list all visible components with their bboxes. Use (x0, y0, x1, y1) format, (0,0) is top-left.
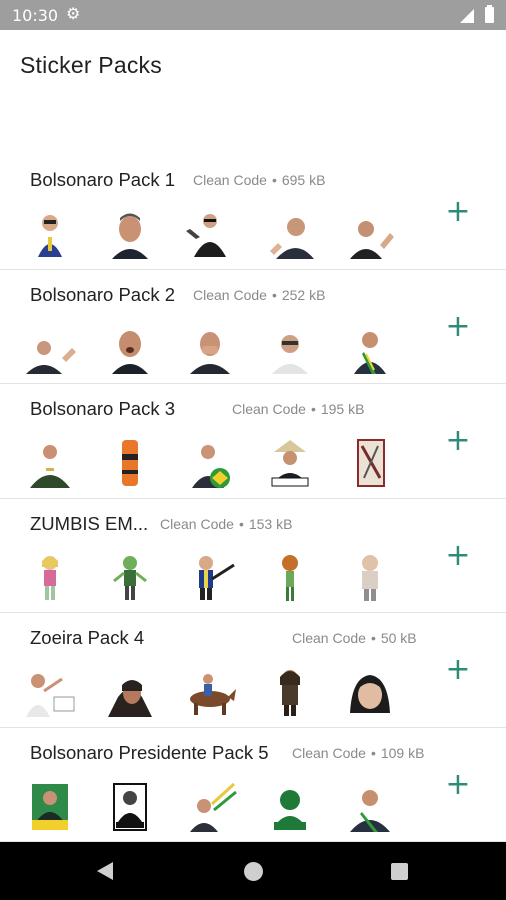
pack-publisher: Clean Code (292, 630, 366, 646)
sticker-pack-row[interactable]: Bolsonaro Pack 3 Clean Code • 195 kB + (0, 384, 506, 499)
sticker-thumbnail (262, 438, 318, 488)
pack-publisher: Clean Code (160, 515, 234, 532)
sticker-thumbnail (182, 782, 238, 832)
pack-publisher: Clean Code (292, 744, 366, 761)
sticker-previews (0, 209, 430, 259)
sticker-thumbnail (342, 667, 398, 717)
sticker-thumbnail (102, 324, 158, 374)
sticker-previews (0, 324, 430, 374)
add-pack-button[interactable]: + (444, 311, 472, 342)
pack-name: ZUMBIS EM... (30, 512, 149, 534)
sticker-thumbnail (22, 667, 78, 717)
sticker-thumbnail (102, 782, 158, 832)
status-time: 10:30 (12, 6, 59, 25)
meta-separator: • (310, 401, 316, 417)
pack-name: Zoeira Pack 4 (30, 627, 145, 648)
signal-icon (460, 9, 474, 23)
sticker-thumbnail (262, 782, 318, 832)
home-icon[interactable] (244, 862, 263, 881)
sticker-pack-row[interactable]: Bolsonaro Pack 2 Clean Code • 252 kB + (0, 270, 506, 384)
sticker-previews (0, 553, 430, 603)
pack-name: Bolsonaro Presidente Pack 5 (30, 741, 269, 763)
pack-size: 153 kB (248, 515, 293, 532)
sticker-pack-row[interactable]: Bolsonaro Pack 1 Clean Code • 695 kB + (0, 155, 506, 270)
pack-meta: Clean Code • 50 kB (292, 630, 417, 646)
sticker-thumbnail (102, 553, 158, 603)
sticker-previews (0, 782, 430, 832)
sticker-thumbnail (182, 209, 238, 259)
sticker-thumbnail (182, 438, 238, 488)
sticker-thumbnail (342, 324, 398, 374)
sticker-thumbnail (102, 209, 158, 259)
meta-separator: • (370, 744, 376, 761)
pack-name: Bolsonaro Pack 1 (30, 169, 176, 190)
sticker-pack-row[interactable]: Bolsonaro Presidente Pack 5 Clean Code • 1… (0, 728, 506, 842)
pack-meta: Clean Code • 109 kB (292, 745, 424, 761)
status-bar: 10:30 ⚙ (0, 0, 506, 30)
sticker-pack-row[interactable]: ZUMBIS EM... Clean Code • 153 kB + (0, 499, 506, 613)
pack-name: Bolsonaro Pack 2 (30, 283, 176, 305)
sticker-thumbnail (342, 209, 398, 259)
add-pack-button[interactable]: + (444, 197, 472, 227)
pack-publisher: Clean Code (193, 286, 267, 303)
sticker-thumbnail (342, 553, 398, 603)
sticker-thumbnail (22, 782, 78, 832)
pack-meta: Clean Code • 695 kB (193, 172, 325, 188)
add-pack-button[interactable]: + (444, 769, 472, 800)
gear-icon: ⚙ (66, 6, 81, 23)
sticker-thumbnail (262, 324, 318, 374)
sticker-thumbnail (182, 324, 238, 374)
sticker-previews (0, 667, 430, 717)
recents-icon[interactable] (391, 863, 408, 880)
add-pack-button[interactable]: + (444, 540, 472, 571)
sticker-pack-row[interactable]: Zoeira Pack 4 Clean Code • 50 kB + (0, 613, 506, 728)
sticker-previews (0, 438, 430, 488)
sticker-thumbnail (102, 438, 158, 488)
sticker-thumbnail (182, 667, 238, 717)
pack-name: Bolsonaro Pack 3 (30, 398, 176, 419)
sticker-thumbnail (342, 782, 398, 832)
pack-publisher: Clean Code (193, 172, 267, 188)
sticker-thumbnail (342, 438, 398, 488)
pack-publisher: Clean Code (232, 401, 306, 417)
page-title: Sticker Packs (20, 52, 162, 78)
sticker-pack-list: Bolsonaro Pack 1 Clean Code • 695 kB + Bol… (0, 155, 506, 842)
pack-size: 252 kB (281, 286, 326, 303)
pack-meta: Clean Code • 153 kB (160, 516, 292, 532)
sticker-thumbnail (262, 553, 318, 603)
sticker-thumbnail (22, 553, 78, 603)
navigation-bar (0, 842, 506, 900)
back-icon[interactable] (97, 862, 113, 880)
pack-size: 109 kB (380, 744, 425, 761)
meta-separator: • (238, 515, 244, 532)
sticker-thumbnail (22, 209, 78, 259)
pack-size: 195 kB (320, 401, 365, 417)
sticker-thumbnail (102, 667, 158, 717)
sticker-thumbnail (262, 667, 318, 717)
battery-icon (485, 5, 494, 23)
sticker-thumbnail (262, 209, 318, 259)
pack-meta: Clean Code • 195 kB (232, 401, 364, 417)
pack-size: 50 kB (380, 630, 417, 646)
pack-size: 695 kB (281, 172, 326, 188)
sticker-thumbnail (22, 438, 78, 488)
sticker-thumbnail (182, 553, 238, 603)
meta-separator: • (271, 286, 277, 303)
meta-separator: • (370, 630, 376, 646)
pack-meta: Clean Code • 252 kB (193, 287, 325, 303)
sticker-thumbnail (22, 324, 78, 374)
add-pack-button[interactable]: + (444, 426, 472, 456)
meta-separator: • (271, 172, 277, 188)
add-pack-button[interactable]: + (444, 655, 472, 685)
